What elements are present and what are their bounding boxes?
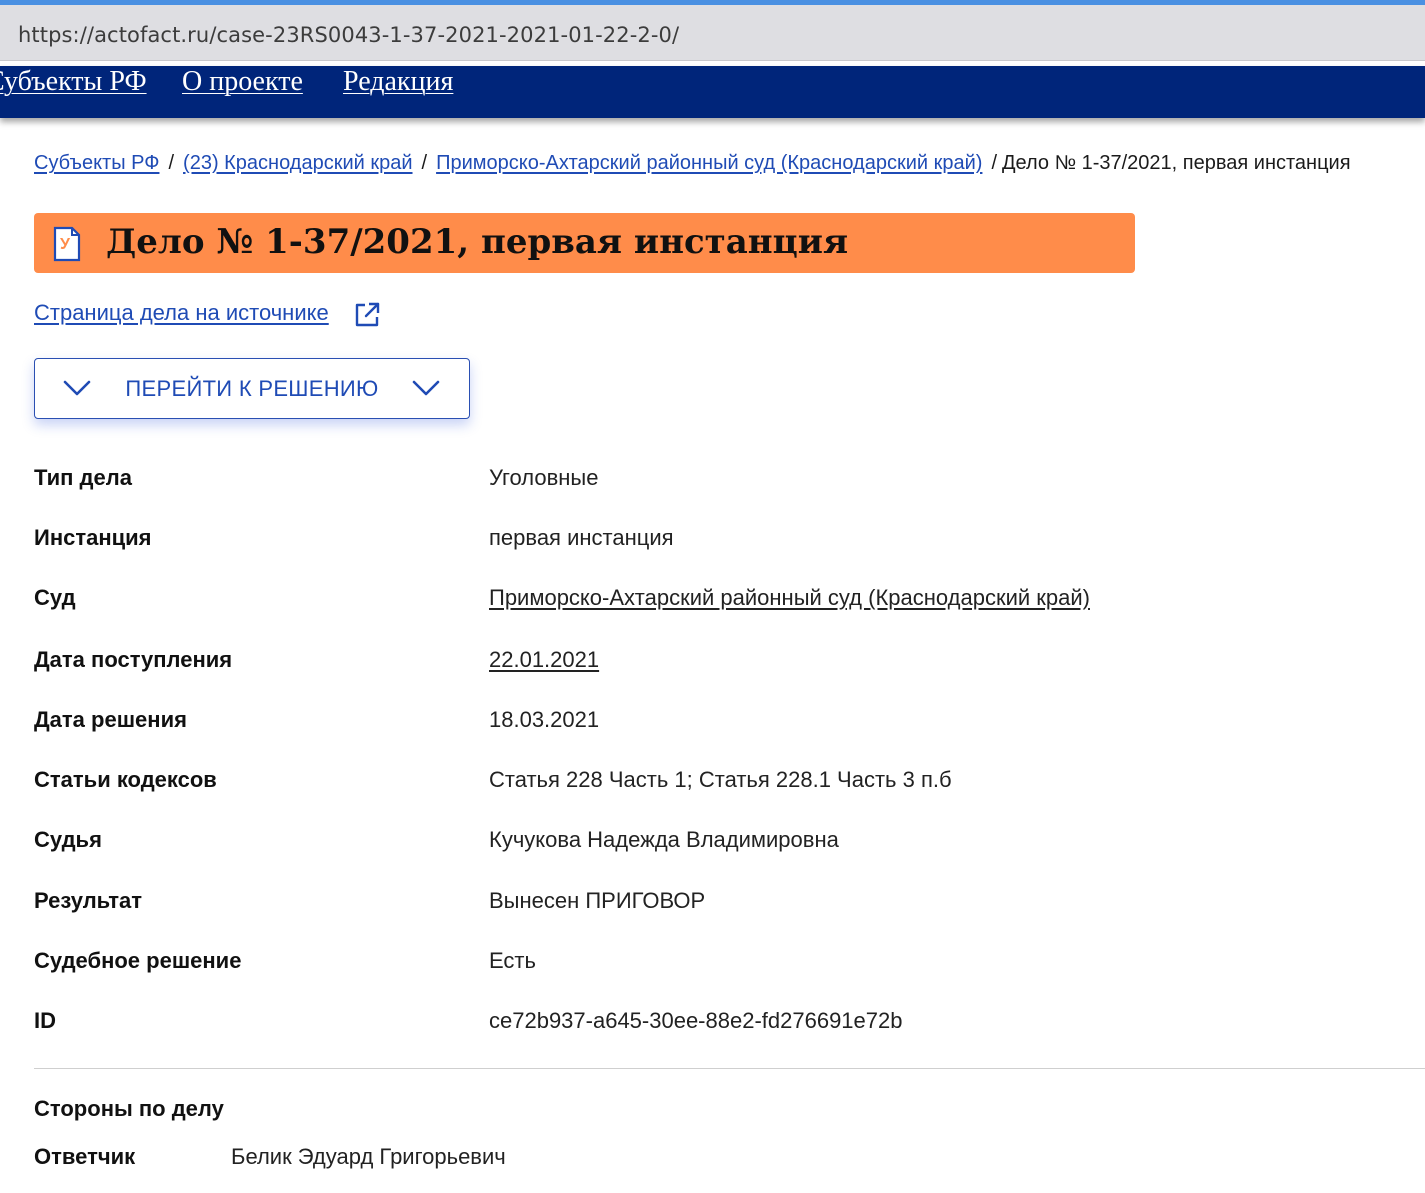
detail-label: Дата решения: [34, 707, 187, 732]
detail-value: Кучукова Надежда Владимировна: [489, 827, 839, 852]
received-date-link[interactable]: 22.01.2021: [489, 647, 599, 673]
detail-value: Уголовные: [489, 465, 599, 490]
breadcrumb-separator: /: [991, 152, 997, 174]
site-nav-bar: Субъекты РФ О проекте Редакция: [0, 66, 1425, 118]
external-link-icon[interactable]: [353, 301, 381, 329]
chevron-down-icon: [412, 380, 440, 396]
detail-label: ID: [34, 1008, 56, 1033]
parties-section-title: Стороны по делу: [34, 1096, 224, 1121]
party-name: Белик Эдуард Григорьевич: [231, 1144, 506, 1169]
detail-label: Результат: [34, 888, 143, 913]
detail-value: 18.03.2021: [489, 707, 600, 732]
url-text[interactable]: https://actofact.ru/case-23RS0043-1-37-2…: [18, 23, 679, 47]
detail-value: Есть: [489, 948, 536, 973]
party-role: Ответчик: [34, 1144, 136, 1169]
nav-item-regions[interactable]: Субъекты РФ: [0, 66, 147, 98]
detail-label: Статьи кодексов: [34, 767, 217, 792]
court-link[interactable]: Приморско-Ахтарский районный суд (Красно…: [489, 585, 1090, 611]
detail-value: первая инстанция: [489, 525, 674, 550]
detail-label: Тип дела: [34, 465, 132, 490]
detail-label: Дата поступления: [34, 647, 233, 672]
breadcrumb-item-regions[interactable]: Субъекты РФ: [34, 152, 159, 174]
detail-label: Инстанция: [34, 525, 152, 550]
goto-decision-label: ПЕРЕЙТИ К РЕШЕНИЮ: [125, 376, 379, 401]
document-icon-letter: У: [60, 236, 71, 253]
page-title: Дело № 1-37/2021, первая инстанция: [106, 222, 849, 262]
breadcrumb-separator: /: [168, 152, 175, 174]
breadcrumb-current: Дело № 1-37/2021, первая инстанция: [1002, 152, 1351, 174]
document-icon: У: [53, 226, 81, 262]
goto-decision-button[interactable]: ПЕРЕЙТИ К РЕШЕНИЮ: [34, 358, 470, 419]
detail-value: Статья 228 Часть 1; Статья 228.1 Часть 3…: [489, 767, 952, 792]
section-divider: [34, 1068, 1425, 1069]
source-page-link-container: Страница дела на источнике: [34, 300, 329, 326]
nav-item-editorial[interactable]: Редакция: [343, 66, 453, 98]
breadcrumb: Субъекты РФ / (23) Краснодарский край / Прим…: [34, 152, 1351, 175]
browser-address-bar[interactable]: https://actofact.ru/case-23RS0043-1-37-2…: [0, 5, 1425, 61]
detail-label: Судебное решение: [34, 948, 242, 973]
detail-value: Вынесен ПРИГОВОР: [489, 888, 706, 913]
detail-label: Судья: [34, 827, 102, 852]
detail-label: Суд: [34, 585, 76, 610]
case-title-banner: У Дело № 1-37/2021, первая инстанция: [34, 213, 1135, 273]
breadcrumb-item-court[interactable]: Приморско-Ахтарский районный суд (Красно…: [436, 152, 982, 174]
breadcrumb-separator: /: [421, 152, 428, 174]
source-page-link[interactable]: Страница дела на источнике: [34, 300, 329, 325]
detail-value: ce72b937-a645-30ee-88e2-fd276691e72b: [489, 1008, 903, 1033]
breadcrumb-item-region[interactable]: (23) Краснодарский край: [183, 152, 412, 174]
nav-item-about[interactable]: О проекте: [182, 66, 303, 98]
